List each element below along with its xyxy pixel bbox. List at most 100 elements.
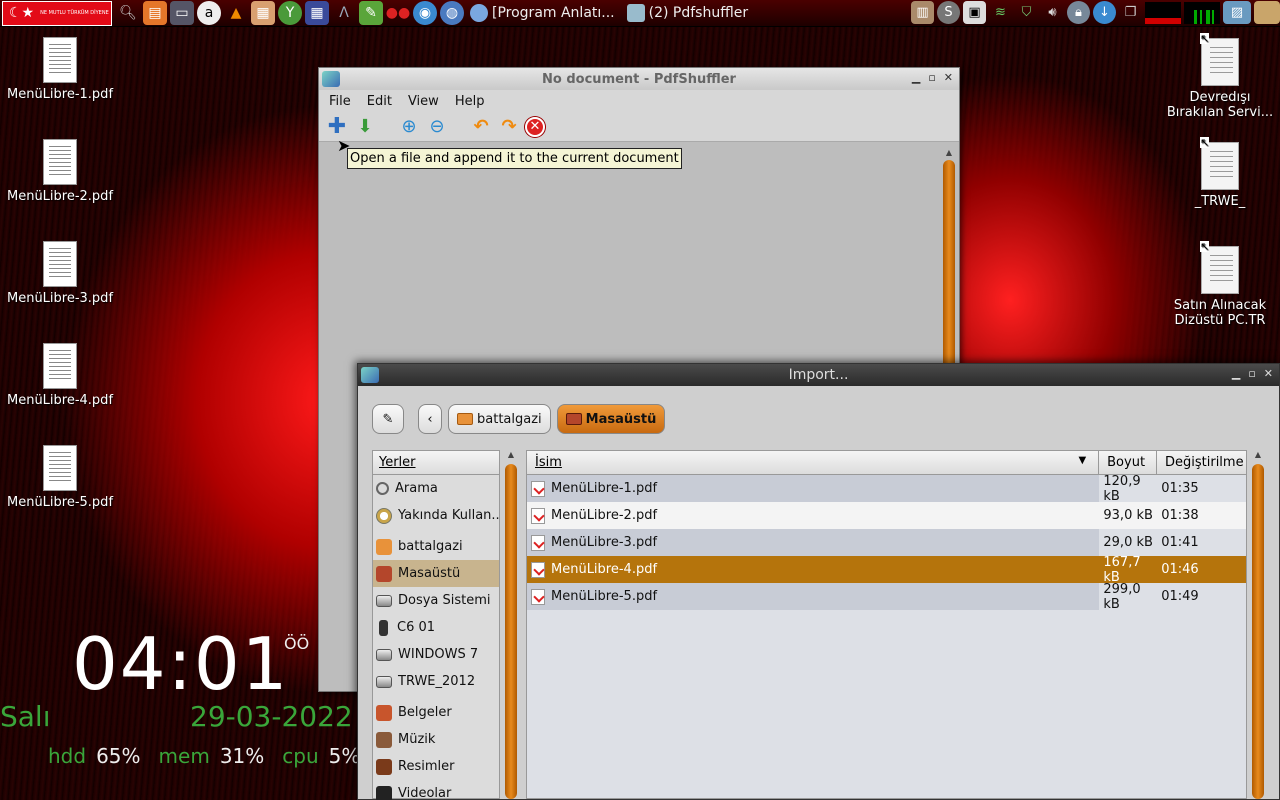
- path-button-battalgazi[interactable]: battalgazi: [448, 404, 551, 434]
- place-dosya-sistemi[interactable]: Dosya Sistemi: [373, 587, 499, 614]
- pdf-file-icon: [43, 37, 77, 83]
- volume-icon[interactable]: 🔊︎: [1041, 1, 1064, 24]
- search-icon: [376, 482, 389, 495]
- add-file-icon[interactable]: ✚: [325, 114, 349, 139]
- inkscape-icon[interactable]: Λ: [332, 1, 356, 25]
- desktop-icon-label: MenüLibre-5.pdf: [6, 495, 114, 510]
- device-icon[interactable]: ▣: [963, 1, 986, 24]
- place-label: battalgazi: [398, 539, 463, 554]
- desktop-icon-menulibre-1[interactable]: MenüLibre-1.pdf: [0, 37, 120, 102]
- menu-file[interactable]: File: [329, 94, 351, 109]
- place-c6-01[interactable]: C6 01: [373, 614, 499, 641]
- menu-help[interactable]: Help: [455, 94, 485, 109]
- place-muzik[interactable]: Müzik: [373, 726, 499, 753]
- zoom-in-icon[interactable]: ⊕: [397, 115, 421, 139]
- place-label: Videolar: [398, 786, 452, 800]
- desktop-icon-satin-alinacak[interactable]: Satın Alınacak Dizüstü PC.TR: [1160, 241, 1280, 328]
- rotate-right-icon[interactable]: ↷: [497, 115, 521, 139]
- place-battalgazi[interactable]: battalgazi: [373, 533, 499, 560]
- place-masaustu[interactable]: Masaüstü: [373, 560, 499, 587]
- windows-icon[interactable]: ❐: [1119, 1, 1142, 24]
- close-button[interactable]: ✕: [1264, 367, 1273, 380]
- place-recent[interactable]: Yakında Kullan...: [373, 502, 499, 529]
- scroll-up-icon[interactable]: ▲: [943, 148, 955, 158]
- control-panel-icon[interactable]: ▦: [251, 1, 275, 25]
- places-header[interactable]: Yerler: [373, 451, 499, 475]
- download-icon[interactable]: ↓: [1093, 1, 1116, 24]
- amazon-icon[interactable]: a: [197, 1, 221, 25]
- calculator-icon[interactable]: ▦: [305, 1, 329, 25]
- file-row[interactable]: MenüLibre-3.pdf 29,0 kB 01:41: [527, 529, 1246, 556]
- place-resimler[interactable]: Resimler: [373, 753, 499, 780]
- show-desktop-icon[interactable]: ▨: [1223, 1, 1251, 24]
- close-button[interactable]: ✕: [944, 71, 953, 84]
- pdf-file-icon: [43, 241, 77, 287]
- monitor-icon[interactable]: ▭: [170, 1, 194, 25]
- path-label: Masaüstü: [585, 411, 657, 427]
- wifi-icon[interactable]: ≋: [989, 1, 1012, 24]
- delete-icon[interactable]: ✕: [525, 116, 545, 137]
- shield-icon[interactable]: ⛉: [1015, 1, 1038, 24]
- messenger-icon[interactable]: ◉: [413, 1, 437, 25]
- scrollbar-thumb[interactable]: [505, 464, 517, 799]
- places-scrollbar[interactable]: ▲: [505, 450, 517, 799]
- import-titlebar[interactable]: Import... ▁ ▫ ✕: [358, 364, 1279, 386]
- clipboard-icon[interactable]: ▥: [911, 1, 934, 24]
- place-arama[interactable]: Arama: [373, 475, 499, 502]
- path-button-masaustu[interactable]: Masaüstü: [556, 404, 666, 434]
- scroll-up-icon[interactable]: ▲: [505, 450, 517, 460]
- zoom-out-icon[interactable]: ⊖: [425, 115, 449, 139]
- maximize-button[interactable]: ▫: [1248, 367, 1255, 380]
- scrollbar-thumb[interactable]: [1252, 464, 1264, 799]
- file-row[interactable]: MenüLibre-1.pdf 120,9 kB 01:35: [527, 474, 1246, 504]
- column-size[interactable]: Boyut: [1099, 451, 1157, 474]
- file-manager-icon[interactable]: ▤: [143, 1, 167, 25]
- desktop-icon-menulibre-4[interactable]: MenüLibre-4.pdf: [0, 343, 120, 408]
- minimize-button[interactable]: ▁: [1232, 367, 1240, 380]
- lock-icon[interactable]: 🔒︎: [1067, 1, 1090, 24]
- type-location-button[interactable]: ✎: [372, 404, 404, 434]
- place-belgeler[interactable]: Belgeler: [373, 699, 499, 726]
- file-name: MenüLibre-1.pdf: [551, 481, 658, 496]
- vlc-icon[interactable]: ▲: [224, 1, 248, 25]
- file-row[interactable]: MenüLibre-5.pdf 299,0 kB 01:49: [527, 582, 1246, 612]
- file-row[interactable]: MenüLibre-2.pdf 93,0 kB 01:38: [527, 502, 1246, 529]
- desktop-icon-trwe[interactable]: _TRWE_: [1160, 137, 1280, 209]
- taskbar-item-pdfshuffler[interactable]: (2) Pdfshuffler: [621, 1, 754, 25]
- file-name: MenüLibre-4.pdf: [551, 562, 658, 577]
- menu-edit[interactable]: Edit: [367, 94, 392, 109]
- leaf-app-icon[interactable]: ✎: [359, 1, 383, 25]
- minimize-button[interactable]: ▁: [912, 71, 920, 84]
- skype-icon[interactable]: S: [937, 1, 960, 24]
- file-list-scrollbar[interactable]: ▲: [1252, 450, 1264, 799]
- launcher-bar: 🔍︎ ▤ ▭ a ▲ ▦ Y ▦ Λ ✎ ●● ◉ ◍: [116, 1, 464, 25]
- place-trwe-2012[interactable]: TRWE_2012: [373, 668, 499, 695]
- folder-icon[interactable]: [1254, 1, 1280, 24]
- browser-icon[interactable]: ◍: [440, 1, 464, 25]
- desktop-icon-menulibre-2[interactable]: MenüLibre-2.pdf: [0, 139, 120, 204]
- pdf-file-icon: [531, 561, 545, 578]
- path-back-button[interactable]: ‹: [418, 404, 442, 434]
- save-icon[interactable]: ⬇: [353, 115, 377, 139]
- pdf-file-icon: [43, 139, 77, 185]
- desktop-icon-menulibre-3[interactable]: MenüLibre-3.pdf: [0, 241, 120, 306]
- rotate-left-icon[interactable]: ↶: [469, 115, 493, 139]
- desktop-icon-devredisi[interactable]: Devredışı Bırakılan Servi...: [1160, 33, 1280, 120]
- place-windows-7[interactable]: WINDOWS 7: [373, 641, 499, 668]
- desktop-icon-menulibre-5[interactable]: MenüLibre-5.pdf: [0, 445, 120, 510]
- turkish-flag-applet[interactable]: ☾★ NE MUTLU TÜRKÜM DİYENE: [2, 0, 112, 26]
- search-icon[interactable]: 🔍︎: [116, 1, 140, 25]
- y-app-icon[interactable]: Y: [278, 1, 302, 25]
- column-name[interactable]: İsim ▼: [527, 451, 1100, 474]
- menu-view[interactable]: View: [408, 94, 439, 109]
- cherry-icon[interactable]: ●●: [386, 1, 410, 25]
- file-row-selected[interactable]: MenüLibre-4.pdf 167,7 kB 01:46: [527, 555, 1246, 585]
- cpu-graph: [1145, 1, 1181, 24]
- scroll-up-icon[interactable]: ▲: [1252, 450, 1264, 460]
- taskbar-item-program-anlati[interactable]: [Program Anlatı...: [464, 1, 621, 25]
- maximize-button[interactable]: ▫: [928, 71, 935, 84]
- place-videolar[interactable]: Videolar: [373, 780, 499, 800]
- column-modified[interactable]: Değiştirilme: [1157, 451, 1246, 474]
- pdfshuffler-titlebar[interactable]: No document - PdfShuffler ▁ ▫ ✕: [319, 68, 959, 90]
- file-size: 167,7 kB: [1099, 555, 1158, 585]
